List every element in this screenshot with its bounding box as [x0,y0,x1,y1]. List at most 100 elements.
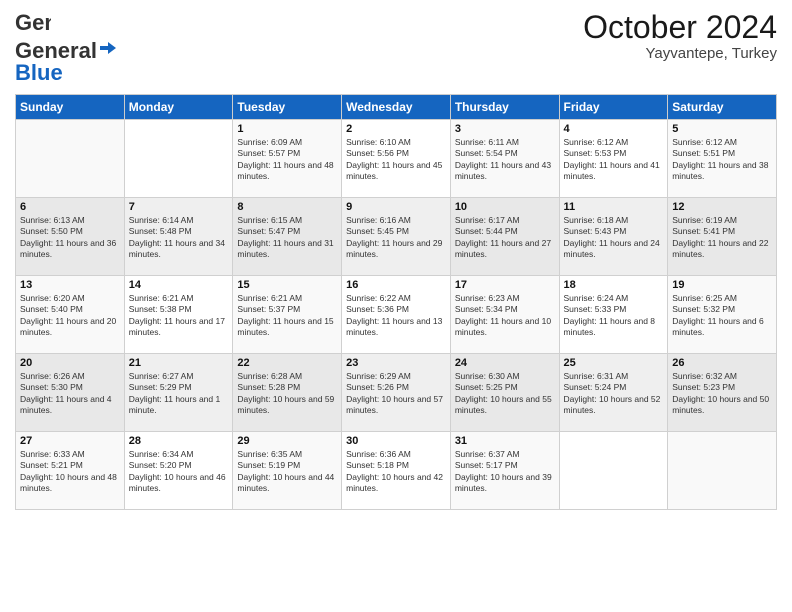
table-row: 7 Sunrise: 6:14 AMSunset: 5:48 PMDaylight… [124,198,233,276]
logo: General General Blue [15,10,118,86]
table-row: 16Sunrise: 6:22 AMSunset: 5:36 PMDayligh… [342,276,451,354]
day-number: 7 [129,201,229,213]
day-number: 4 [564,123,664,135]
cell-info: Sunrise: 6:17 AMSunset: 5:44 PMDaylight:… [455,215,555,261]
day-number: 16 [346,279,446,291]
title-block: October 2024 Yayvantepe, Turkey [583,10,777,62]
header: General General Blue October 2024 Yayvan… [15,10,777,86]
table-row: 8 Sunrise: 6:15 AMSunset: 5:47 PMDaylight… [233,198,342,276]
cell-info: Sunrise: 6:25 AMSunset: 5:32 PMDaylight:… [672,293,772,339]
cell-info: Sunrise: 6:19 AMSunset: 5:41 PMDaylight:… [672,215,772,261]
col-friday: Friday [559,95,668,120]
day-number: 1 [237,123,337,135]
day-number: 22 [237,357,337,369]
cell-info: Sunrise: 6:32 AMSunset: 5:23 PMDaylight:… [672,371,772,417]
table-row: 2Sunrise: 6:10 AMSunset: 5:56 PMDaylight… [342,120,451,198]
table-row: 19 Sunrise: 6:25 AMSunset: 5:32 PMDayligh… [668,276,777,354]
calendar-week-row: 27 Sunrise: 6:33 AMSunset: 5:21 PMDayligh… [16,432,777,510]
day-number: 21 [129,357,229,369]
cell-info: Sunrise: 6:35 AMSunset: 5:19 PMDaylight:… [237,449,337,495]
cell-info: Sunrise: 6:15 AMSunset: 5:47 PMDaylight:… [237,215,337,261]
day-number: 6 [20,201,120,213]
day-number: 31 [455,435,555,447]
table-row: 14Sunrise: 6:21 AMSunset: 5:38 PMDayligh… [124,276,233,354]
cell-info: Sunrise: 6:09 AMSunset: 5:57 PMDaylight:… [237,137,337,183]
logo-flag-icon [98,40,118,62]
day-number: 19 [672,279,772,291]
cell-info: Sunrise: 6:21 AMSunset: 5:38 PMDaylight:… [129,293,229,339]
cell-info: Sunrise: 6:12 AMSunset: 5:51 PMDaylight:… [672,137,772,183]
logo-icon: General [15,10,51,38]
table-row: 25 Sunrise: 6:31 AMSunset: 5:24 PMDayligh… [559,354,668,432]
table-row: 21 Sunrise: 6:27 AMSunset: 5:29 PMDayligh… [124,354,233,432]
cell-info: Sunrise: 6:20 AMSunset: 5:40 PMDaylight:… [20,293,120,339]
cell-info: Sunrise: 6:16 AMSunset: 5:45 PMDaylight:… [346,215,446,261]
calendar-week-row: 20 Sunrise: 6:26 AMSunset: 5:30 PMDayligh… [16,354,777,432]
table-row [124,120,233,198]
cell-info: Sunrise: 6:27 AMSunset: 5:29 PMDaylight:… [129,371,229,417]
day-number: 27 [20,435,120,447]
table-row [668,432,777,510]
cell-info: Sunrise: 6:29 AMSunset: 5:26 PMDaylight:… [346,371,446,417]
cell-info: Sunrise: 6:13 AMSunset: 5:50 PMDaylight:… [20,215,120,261]
table-row: 29 Sunrise: 6:35 AMSunset: 5:19 PMDayligh… [233,432,342,510]
day-number: 2 [346,123,446,135]
calendar-week-row: 1 Sunrise: 6:09 AMSunset: 5:57 PMDaylight… [16,120,777,198]
table-row: 30 Sunrise: 6:36 AMSunset: 5:18 PMDayligh… [342,432,451,510]
table-row: 15 Sunrise: 6:21 AMSunset: 5:37 PMDayligh… [233,276,342,354]
cell-info: Sunrise: 6:18 AMSunset: 5:43 PMDaylight:… [564,215,664,261]
table-row: 24Sunrise: 6:30 AMSunset: 5:25 PMDayligh… [450,354,559,432]
cell-info: Sunrise: 6:36 AMSunset: 5:18 PMDaylight:… [346,449,446,495]
table-row: 20 Sunrise: 6:26 AMSunset: 5:30 PMDayligh… [16,354,125,432]
cell-info: Sunrise: 6:31 AMSunset: 5:24 PMDaylight:… [564,371,664,417]
day-number: 8 [237,201,337,213]
day-number: 30 [346,435,446,447]
logo-blue: Blue [15,60,63,86]
table-row: 13Sunrise: 6:20 AMSunset: 5:40 PMDayligh… [16,276,125,354]
cell-info: Sunrise: 6:24 AMSunset: 5:33 PMDaylight:… [564,293,664,339]
day-number: 20 [20,357,120,369]
day-number: 15 [237,279,337,291]
day-number: 17 [455,279,555,291]
cell-info: Sunrise: 6:33 AMSunset: 5:21 PMDaylight:… [20,449,120,495]
month-year: October 2024 [583,10,777,45]
table-row: 5 Sunrise: 6:12 AMSunset: 5:51 PMDaylight… [668,120,777,198]
table-row [559,432,668,510]
day-number: 3 [455,123,555,135]
table-row: 3Sunrise: 6:11 AMSunset: 5:54 PMDaylight… [450,120,559,198]
cell-info: Sunrise: 6:26 AMSunset: 5:30 PMDaylight:… [20,371,120,417]
day-number: 28 [129,435,229,447]
day-number: 26 [672,357,772,369]
table-row: 27 Sunrise: 6:33 AMSunset: 5:21 PMDayligh… [16,432,125,510]
location: Yayvantepe, Turkey [583,45,777,62]
table-row: 23Sunrise: 6:29 AMSunset: 5:26 PMDayligh… [342,354,451,432]
day-number: 12 [672,201,772,213]
col-tuesday: Tuesday [233,95,342,120]
table-row: 4Sunrise: 6:12 AMSunset: 5:53 PMDaylight… [559,120,668,198]
svg-text:General: General [15,10,51,35]
table-row: 12 Sunrise: 6:19 AMSunset: 5:41 PMDayligh… [668,198,777,276]
calendar-week-row: 6 Sunrise: 6:13 AMSunset: 5:50 PMDaylight… [16,198,777,276]
cell-info: Sunrise: 6:28 AMSunset: 5:28 PMDaylight:… [237,371,337,417]
cell-info: Sunrise: 6:14 AMSunset: 5:48 PMDaylight:… [129,215,229,261]
day-number: 5 [672,123,772,135]
cell-info: Sunrise: 6:23 AMSunset: 5:34 PMDaylight:… [455,293,555,339]
col-saturday: Saturday [668,95,777,120]
table-row: 31Sunrise: 6:37 AMSunset: 5:17 PMDayligh… [450,432,559,510]
day-number: 18 [564,279,664,291]
cell-info: Sunrise: 6:21 AMSunset: 5:37 PMDaylight:… [237,293,337,339]
col-sunday: Sunday [16,95,125,120]
cell-info: Sunrise: 6:30 AMSunset: 5:25 PMDaylight:… [455,371,555,417]
table-row: 11Sunrise: 6:18 AMSunset: 5:43 PMDayligh… [559,198,668,276]
page: General General Blue October 2024 Yayvan… [0,0,792,612]
day-number: 29 [237,435,337,447]
table-row: 10Sunrise: 6:17 AMSunset: 5:44 PMDayligh… [450,198,559,276]
table-row [16,120,125,198]
day-number: 25 [564,357,664,369]
calendar-header-row: Sunday Monday Tuesday Wednesday Thursday… [16,95,777,120]
table-row: 22 Sunrise: 6:28 AMSunset: 5:28 PMDayligh… [233,354,342,432]
cell-info: Sunrise: 6:34 AMSunset: 5:20 PMDaylight:… [129,449,229,495]
table-row: 6 Sunrise: 6:13 AMSunset: 5:50 PMDaylight… [16,198,125,276]
table-row: 1 Sunrise: 6:09 AMSunset: 5:57 PMDaylight… [233,120,342,198]
table-row: 9Sunrise: 6:16 AMSunset: 5:45 PMDaylight… [342,198,451,276]
